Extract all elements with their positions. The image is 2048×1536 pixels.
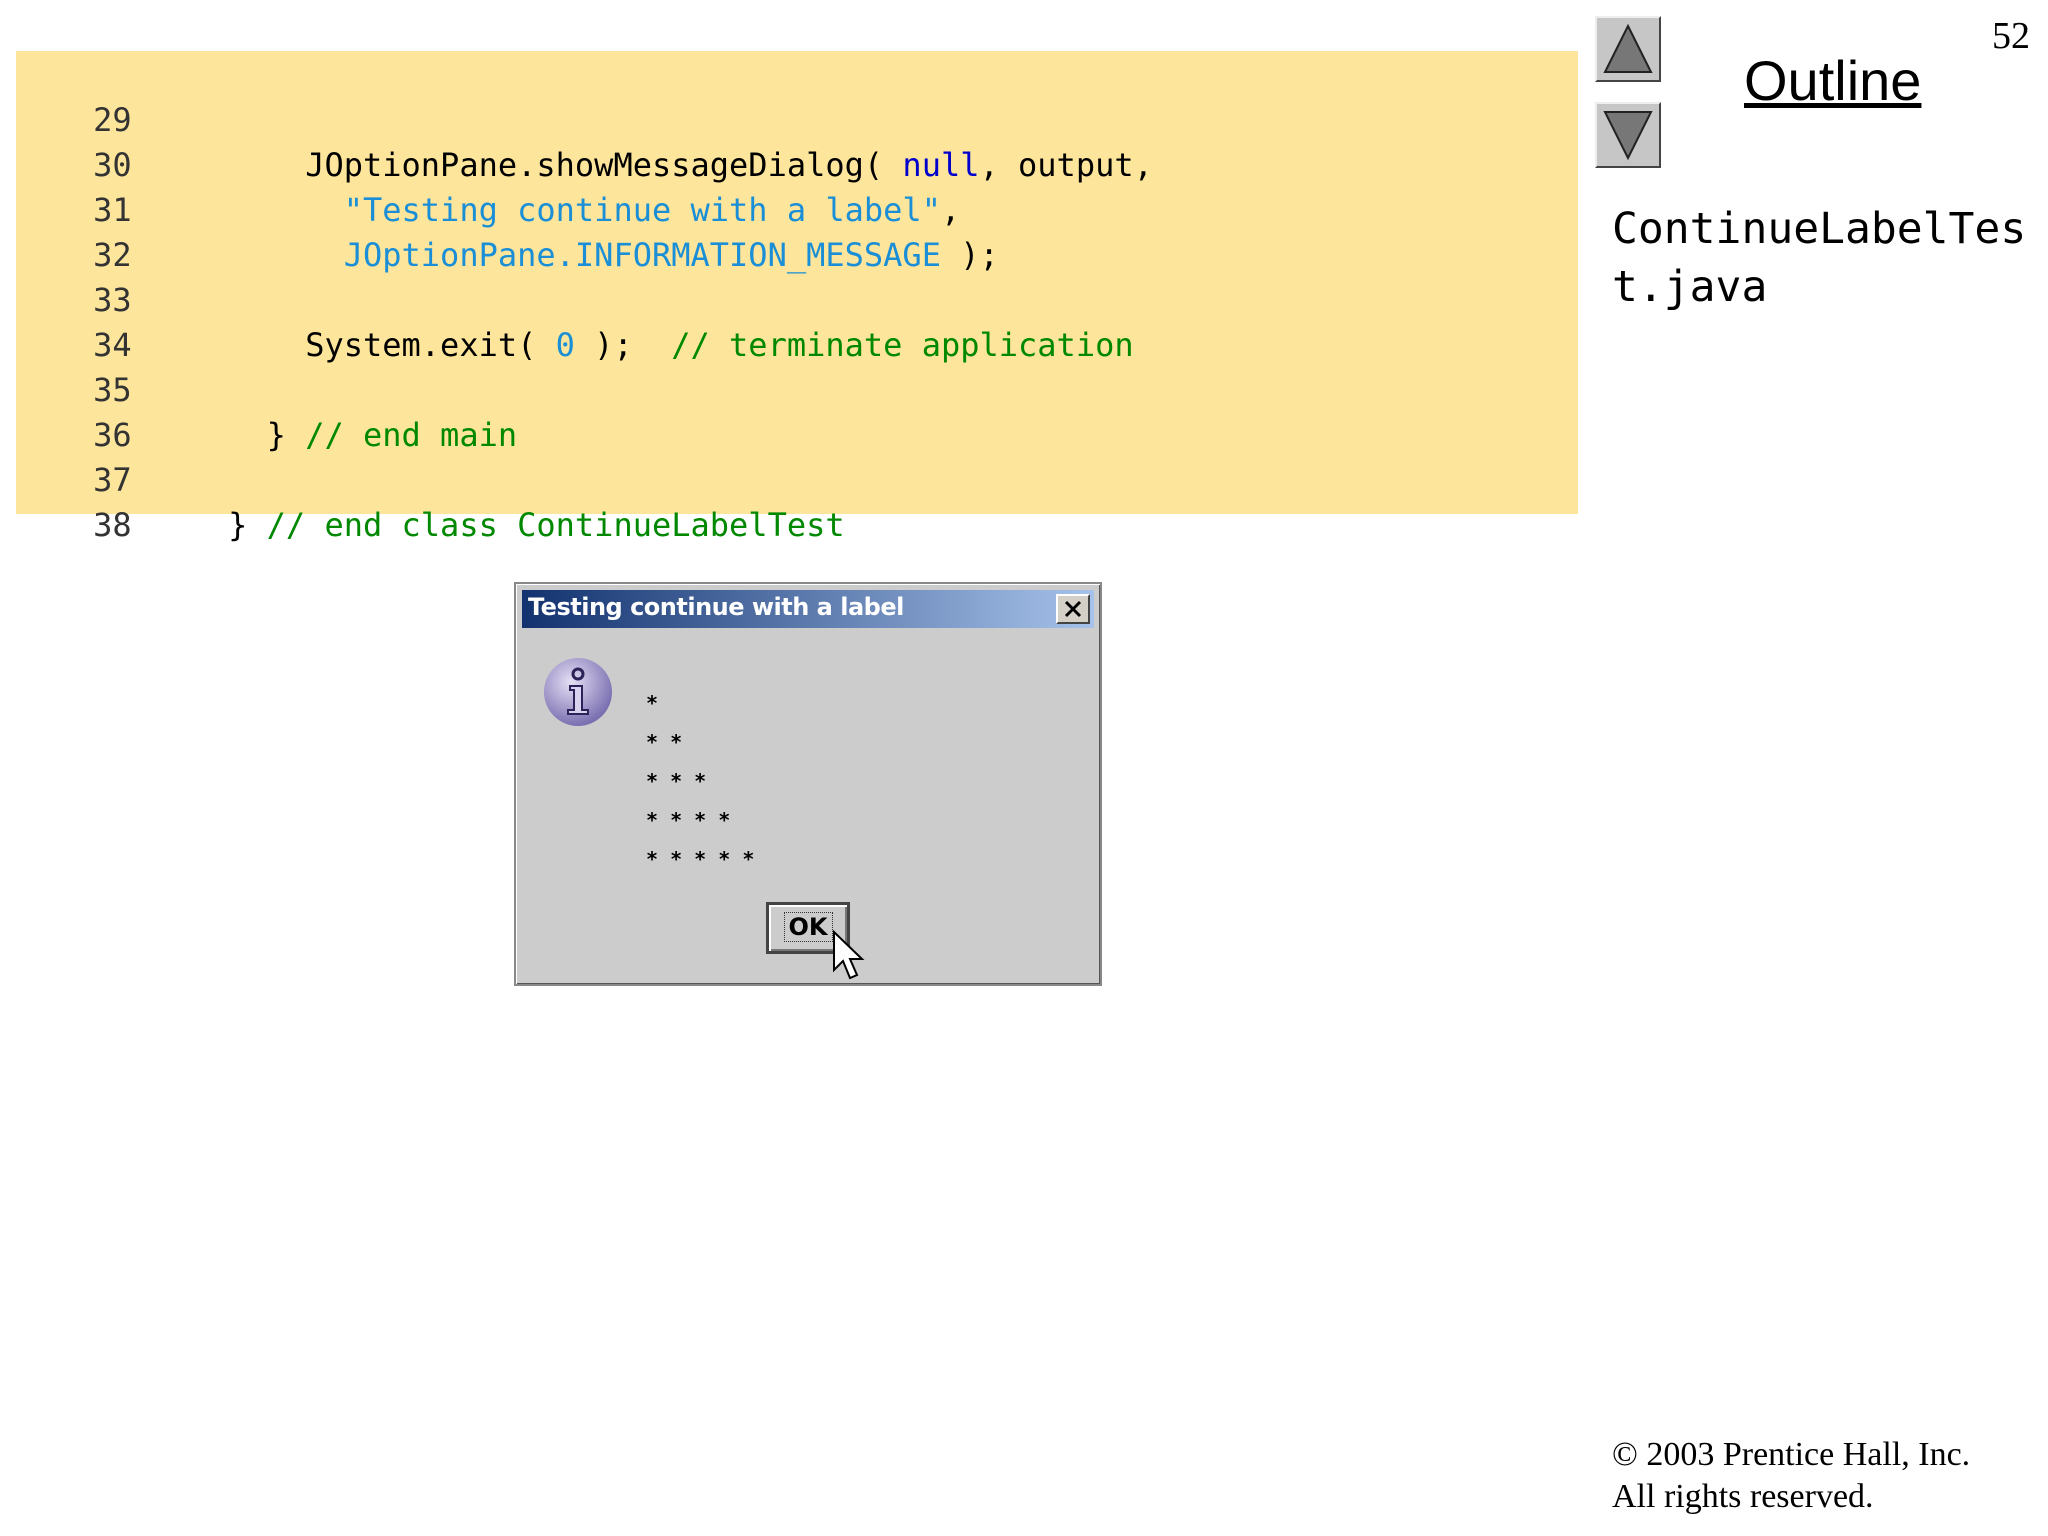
- code-line: 36 } // end main: [16, 368, 517, 454]
- close-button[interactable]: [1056, 594, 1090, 624]
- code-line: 35: [16, 323, 151, 409]
- code-line: 31 "Testing continue with a label",: [16, 143, 960, 229]
- code-text: , output,: [979, 146, 1153, 184]
- message-dialog: Testing continue with a label * * * * * * *…: [514, 582, 1102, 986]
- info-icon: [544, 658, 612, 726]
- dialog-title: Testing continue with a label: [528, 593, 904, 621]
- close-icon: [1064, 600, 1082, 618]
- code-comment: // end main: [305, 416, 518, 454]
- code-text: System.exit(: [151, 326, 556, 364]
- code-constant: JOptionPane.INFORMATION_MESSAGE: [343, 236, 941, 274]
- code-line: 38 } // end class ContinueLabelTest: [16, 458, 845, 544]
- dialog-message: * * * * * * * * * * * * * * *: [646, 684, 754, 879]
- file-name: ContinueLabelTest.java: [1612, 204, 2027, 312]
- code-line: 30 JOptionPane.showMessageDialog( null, …: [16, 98, 1153, 184]
- star-row: *: [646, 691, 659, 715]
- code-text: }: [151, 416, 306, 454]
- triangle-up-icon: [1603, 23, 1653, 73]
- star-row: * * * *: [646, 808, 731, 832]
- code-line: 37: [16, 413, 151, 499]
- previous-slide-button[interactable]: [1595, 16, 1661, 82]
- triangle-down-icon: [1603, 111, 1653, 161]
- copyright-line: © 2003 Prentice Hall, Inc.: [1612, 1436, 1971, 1473]
- rights-line: All rights reserved.: [1612, 1478, 1874, 1515]
- mouse-cursor-icon: [833, 930, 865, 980]
- code-comment: // end class ContinueLabelTest: [266, 506, 845, 544]
- code-line: 33: [16, 233, 151, 319]
- dialog-title-bar[interactable]: Testing continue with a label: [522, 590, 1094, 628]
- copyright-notice: © 2003 Prentice Hall, Inc. All rights re…: [1612, 1434, 1970, 1518]
- code-line: 29: [16, 53, 151, 139]
- line-number: 38: [93, 506, 132, 544]
- ok-label: OK: [783, 912, 833, 942]
- code-comment: // terminate application: [671, 326, 1134, 364]
- code-text: );: [940, 236, 999, 274]
- page-number: 52: [1992, 15, 2030, 57]
- star-row: * * * * *: [646, 847, 755, 871]
- star-row: * *: [646, 730, 683, 754]
- code-panel: 29 30 JOptionPane.showMessageDialog( nul…: [16, 51, 1578, 544]
- code-line: 32 JOptionPane.INFORMATION_MESSAGE );: [16, 188, 999, 274]
- star-row: * * *: [646, 769, 707, 793]
- code-number: 0: [555, 326, 575, 364]
- code-text: }: [151, 506, 267, 544]
- outline-link[interactable]: Outline: [1744, 48, 1921, 113]
- code-text: );: [574, 326, 672, 364]
- next-slide-button[interactable]: [1595, 102, 1661, 168]
- code-line: 34 System.exit( 0 ); // terminate applic…: [16, 278, 1134, 364]
